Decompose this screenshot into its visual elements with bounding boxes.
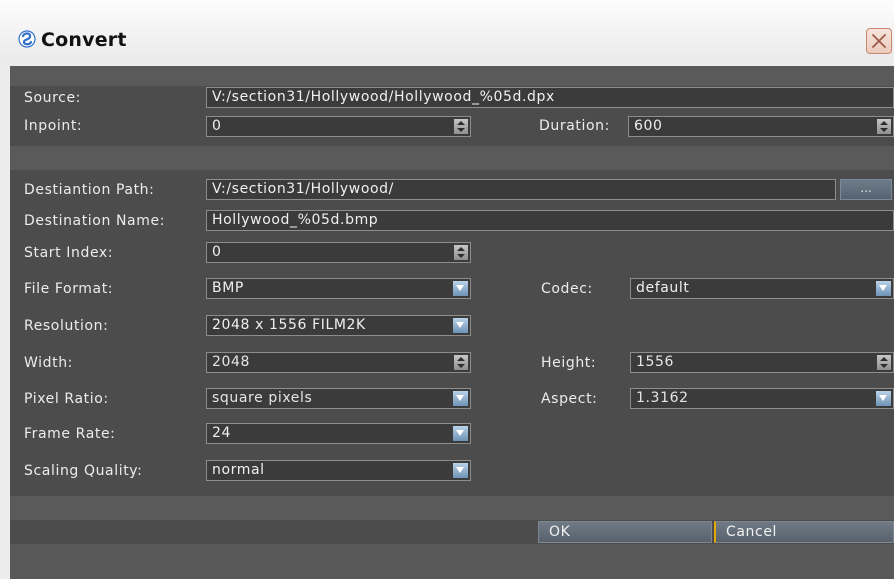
chevron-down-icon[interactable] — [453, 281, 468, 296]
destination-name-field[interactable]: Hollywood_%05d.bmp — [206, 210, 894, 231]
aspect-value: 1.3162 — [636, 390, 689, 406]
chevron-down-icon[interactable] — [453, 318, 468, 333]
ok-button[interactable]: OK — [538, 521, 712, 543]
spin-arrows-icon[interactable] — [454, 245, 468, 260]
inpoint-label: Inpoint: — [24, 118, 83, 134]
destination-path-value: V:/section31/Hollywood/ — [212, 181, 394, 197]
pixel-ratio-select[interactable]: square pixels — [206, 388, 471, 409]
codec-label: Codec: — [541, 281, 593, 297]
width-spinbox[interactable]: 2048 — [206, 352, 471, 373]
spin-arrows-icon[interactable] — [454, 355, 468, 370]
pixel-ratio-label: Pixel Ratio: — [24, 391, 109, 407]
close-button[interactable] — [866, 28, 892, 54]
spin-arrows-icon[interactable] — [877, 355, 891, 370]
dialog-body: Source: V:/section31/Hollywood/Hollywood… — [10, 66, 894, 579]
source-field[interactable]: V:/section31/Hollywood/Hollywood_%05d.dp… — [206, 87, 894, 108]
section-divider — [10, 146, 894, 170]
scaling-quality-select[interactable]: normal — [206, 460, 471, 481]
width-label: Width: — [24, 355, 73, 371]
resolution-label: Resolution: — [24, 318, 109, 334]
chevron-down-icon[interactable] — [453, 391, 468, 406]
file-format-value: BMP — [212, 280, 244, 296]
chevron-down-icon[interactable] — [453, 426, 468, 441]
destination-name-label: Destination Name: — [24, 213, 166, 229]
app-swirl-icon — [18, 30, 36, 48]
inpoint-value: 0 — [212, 118, 222, 134]
codec-select[interactable]: default — [630, 278, 894, 299]
source-label: Source: — [24, 90, 82, 106]
cancel-button[interactable]: Cancel — [714, 521, 894, 543]
pixel-ratio-value: square pixels — [212, 390, 313, 406]
start-index-value: 0 — [212, 244, 222, 260]
destination-path-field[interactable]: V:/section31/Hollywood/ — [206, 179, 836, 200]
button-row-spacer — [10, 496, 894, 520]
chevron-down-icon[interactable] — [876, 391, 891, 406]
start-index-label: Start Index: — [24, 245, 114, 261]
frame-rate-value: 24 — [212, 425, 232, 441]
spin-arrows-icon[interactable] — [454, 119, 468, 134]
frame-rate-label: Frame Rate: — [24, 426, 116, 442]
inpoint-spinbox[interactable]: 0 — [206, 116, 471, 137]
duration-value: 600 — [634, 118, 663, 134]
file-format-select[interactable]: BMP — [206, 278, 471, 299]
window-title: Convert — [41, 29, 127, 51]
title-bar[interactable]: Convert — [0, 0, 894, 62]
chevron-down-icon[interactable] — [876, 281, 891, 296]
duration-spinbox[interactable]: 600 — [628, 116, 894, 137]
top-spacer — [10, 66, 894, 86]
browse-button[interactable]: ... — [840, 179, 892, 200]
resolution-select[interactable]: 2048 x 1556 FILM2K — [206, 315, 471, 336]
codec-value: default — [636, 280, 690, 296]
aspect-label: Aspect: — [541, 391, 598, 407]
file-format-label: File Format: — [24, 281, 114, 297]
height-value: 1556 — [636, 354, 675, 370]
destination-path-label: Destiantion Path: — [24, 182, 155, 198]
spin-arrows-icon[interactable] — [877, 119, 891, 134]
frame-rate-select[interactable]: 24 — [206, 423, 471, 444]
width-value: 2048 — [212, 354, 251, 370]
close-icon — [872, 34, 886, 48]
start-index-spinbox[interactable]: 0 — [206, 242, 471, 263]
resolution-value: 2048 x 1556 FILM2K — [212, 317, 366, 333]
aspect-select[interactable]: 1.3162 — [630, 388, 894, 409]
convert-dialog: Convert Source: V:/section31/Hollywood/H… — [0, 0, 894, 579]
height-label: Height: — [541, 355, 597, 371]
bottom-spacer — [10, 544, 894, 579]
source-value: V:/section31/Hollywood/Hollywood_%05d.dp… — [212, 89, 555, 105]
height-spinbox[interactable]: 1556 — [630, 352, 894, 373]
scaling-quality-value: normal — [212, 462, 265, 478]
duration-label: Duration: — [539, 118, 610, 134]
scaling-quality-label: Scaling Quality: — [24, 463, 143, 479]
destination-name-value: Hollywood_%05d.bmp — [212, 212, 379, 228]
chevron-down-icon[interactable] — [453, 463, 468, 478]
